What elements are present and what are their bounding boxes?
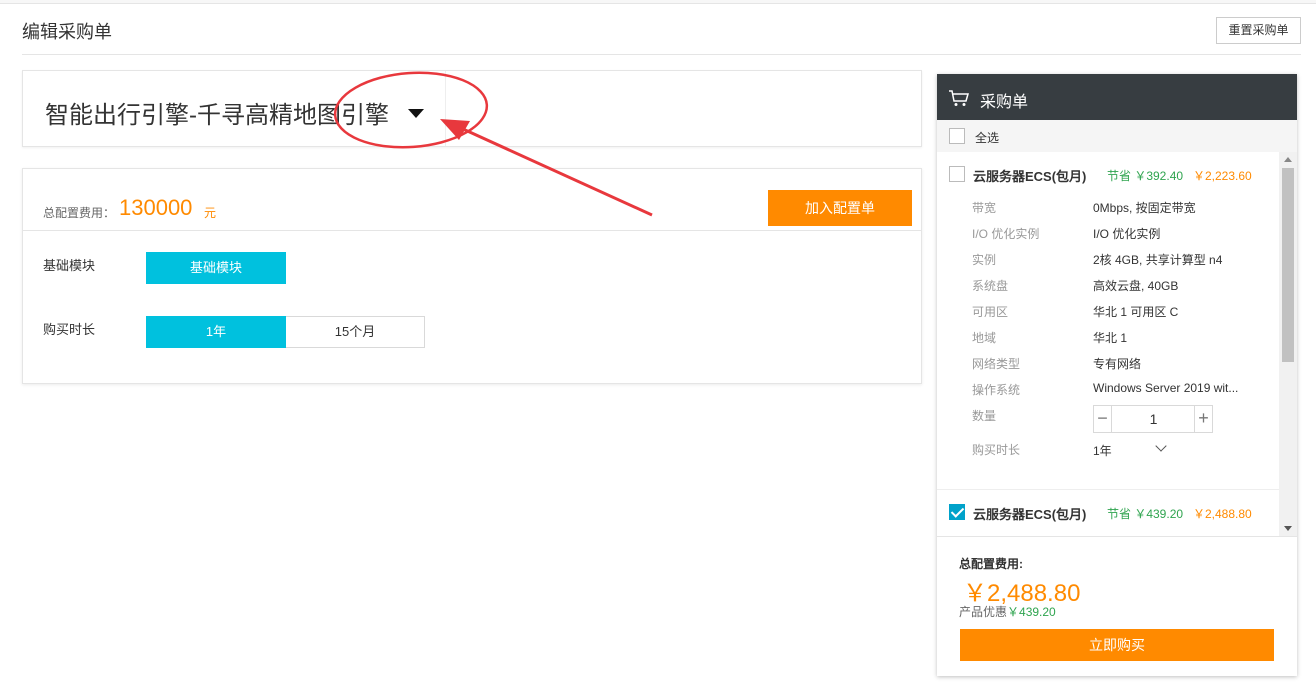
item-2-price: ￥2,488.80: [1193, 507, 1252, 521]
item-2-save: 节省 ￥439.20: [1107, 507, 1184, 521]
spec-label: 实例: [972, 253, 997, 267]
option-base-module[interactable]: 基础模块: [146, 252, 286, 284]
config-total-unit: 元: [204, 206, 217, 220]
period-select[interactable]: 1年: [1093, 440, 1173, 460]
item-2-checkbox[interactable]: [949, 504, 965, 520]
cart-scrollbar[interactable]: [1279, 152, 1297, 536]
spec-value: Windows Server 2019 wit...: [1093, 381, 1239, 395]
config-total-label: 总配置费用：: [43, 206, 116, 220]
spec-label: 地域: [972, 331, 997, 345]
product-name: 智能出行引擎-千寻高精地图引擎: [45, 102, 389, 129]
scroll-down-icon[interactable]: [1284, 526, 1292, 531]
spec-value: 高效云盘, 40GB: [1093, 279, 1179, 293]
cart-footer: 总配置费用: ￥2,488.80 产品优惠￥439.20 立即购买: [937, 536, 1297, 676]
item-1-price: ￥2,223.60: [1193, 169, 1252, 183]
scroll-up-icon[interactable]: [1284, 157, 1292, 162]
spec-value: 专有网络: [1093, 357, 1142, 371]
spec-value: I/O 优化实例: [1093, 227, 1161, 241]
option-duration-15-months[interactable]: 15个月: [286, 316, 425, 348]
discount-value: ￥439.20: [1007, 605, 1056, 619]
select-all-checkbox[interactable]: [949, 128, 965, 144]
item-1-save: 节省 ￥392.40: [1107, 169, 1184, 183]
quantity-value[interactable]: 1: [1113, 406, 1194, 432]
footer-discount: 产品优惠￥439.20: [959, 603, 1056, 620]
reset-order-button[interactable]: 重置采购单: [1216, 17, 1301, 44]
qty-label: 数量: [972, 409, 997, 423]
spec-label: 带宽: [972, 201, 997, 215]
cart-header: 采购单: [937, 74, 1297, 120]
purchase-cart-panel: 采购单 全选 云服务器ECS(包月) 节省 ￥392.40 ￥2,223.60 …: [937, 74, 1297, 676]
spec-value: 华北 1: [1093, 331, 1128, 345]
plus-icon[interactable]: +: [1194, 406, 1212, 432]
cart-icon: [949, 90, 969, 106]
base-module-label: 基础模块: [43, 258, 96, 273]
option-duration-1-year[interactable]: 1年: [146, 316, 286, 348]
item-1-checkbox[interactable]: [949, 166, 965, 182]
page-title: 编辑采购单: [22, 22, 112, 42]
scroll-thumb[interactable]: [1282, 168, 1294, 362]
spec-value: 2核 4GB, 共享计算型 n4: [1093, 253, 1223, 267]
spec-label: 可用区: [972, 305, 1009, 319]
period-value: 1年: [1093, 444, 1112, 458]
quantity-stepper: − 1 +: [1093, 405, 1213, 433]
dropdown-arrow-icon[interactable]: [408, 109, 424, 118]
spec-label: 操作系统: [972, 383, 1021, 397]
cart-item-list: 云服务器ECS(包月) 节省 ￥392.40 ￥2,223.60 带宽 0Mbp…: [937, 152, 1297, 536]
config-total-value: 130000: [119, 195, 193, 220]
spec-label: 网络类型: [972, 357, 1021, 371]
spec-label: 系统盘: [972, 279, 1009, 293]
add-to-config-button[interactable]: 加入配置单: [768, 190, 912, 226]
product-selector-card: 智能出行引擎-千寻高精地图引擎: [22, 70, 922, 147]
select-all-label: 全选: [975, 131, 1000, 145]
product-divider: [445, 71, 446, 146]
spec-value: 0Mbps, 按固定带宽: [1093, 201, 1196, 215]
chevron-down-icon: [1155, 440, 1167, 452]
footer-total-label: 总配置费用:: [959, 557, 1023, 571]
period-label: 购买时长: [972, 443, 1021, 457]
discount-label: 产品优惠: [959, 605, 1008, 619]
item-2-name: 云服务器ECS(包月): [973, 507, 1087, 522]
duration-label: 购买时长: [43, 322, 96, 337]
spec-label: I/O 优化实例: [972, 227, 1040, 241]
spec-value: 华北 1 可用区 C: [1093, 305, 1179, 319]
config-card: 总配置费用： 130000 元 加入配置单 基础模块 基础模块 购买时长 1年 …: [22, 168, 922, 384]
cart-title: 采购单: [980, 94, 1029, 111]
item-separator: [937, 489, 1279, 490]
minus-icon[interactable]: −: [1094, 406, 1112, 432]
config-divider: [23, 230, 921, 231]
buy-now-button[interactable]: 立即购买: [960, 629, 1274, 661]
top-border: [0, 0, 1316, 4]
title-divider: [22, 54, 1301, 55]
select-all-row: 全选: [937, 120, 1297, 152]
item-1-name: 云服务器ECS(包月): [973, 169, 1087, 184]
